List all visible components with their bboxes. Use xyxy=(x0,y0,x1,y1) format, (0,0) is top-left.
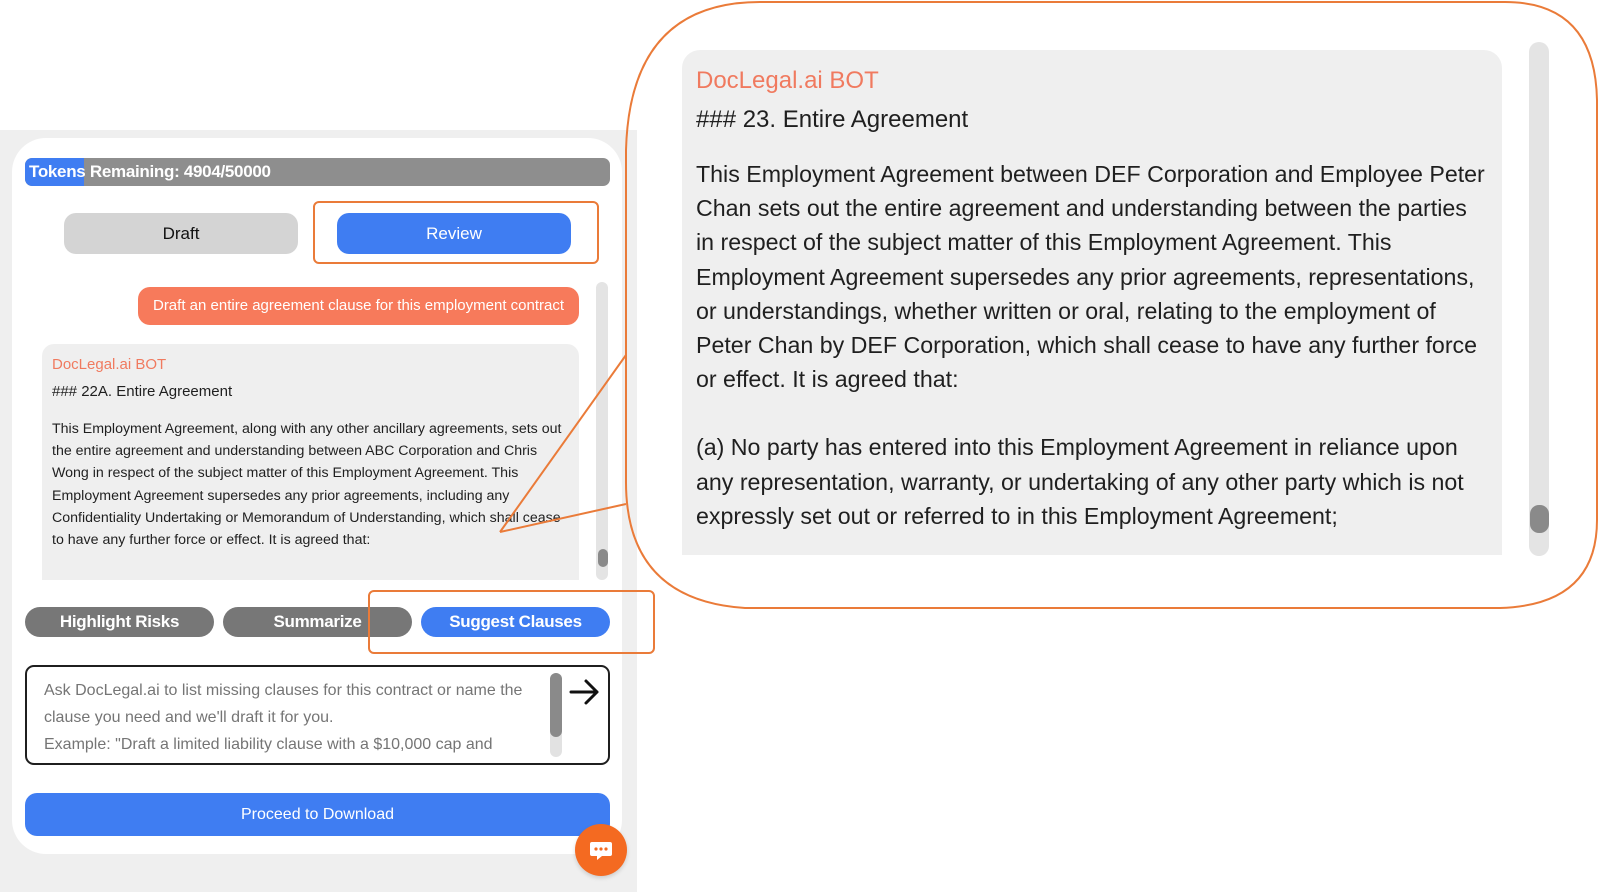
zoom-message-heading: ### 23. Entire Agreement xyxy=(696,106,969,133)
zoom-bot-name-label: DocLegal.ai BOT xyxy=(696,67,879,94)
zoom-scrollbar-thumb[interactable] xyxy=(1530,505,1549,533)
zoomed-bot-message-card: DocLegal.ai BOT ### 23. Entire Agreement… xyxy=(682,50,1502,555)
zoom-paragraph-2: (a) No party has entered into this Emplo… xyxy=(696,434,1464,529)
zoom-paragraph-1: This Employment Agreement between DEF Co… xyxy=(696,161,1485,393)
zoom-scrollbar-track[interactable] xyxy=(1529,42,1549,556)
